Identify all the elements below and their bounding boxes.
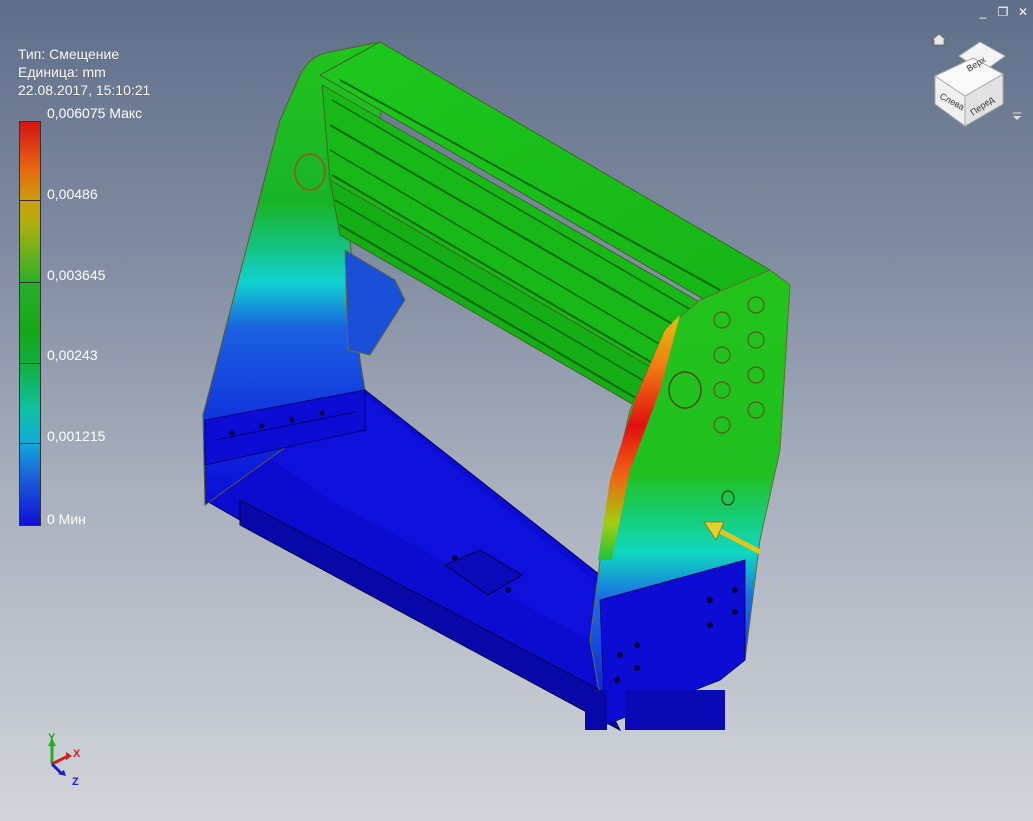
y-axis-label: Y (48, 732, 56, 744)
x-axis-icon (51, 754, 69, 766)
axis-triad: Y X Z (40, 732, 90, 792)
z-axis-label: Z (72, 776, 79, 788)
x-axis-label: X (73, 748, 81, 760)
fea-model-viewport[interactable] (0, 0, 1033, 821)
